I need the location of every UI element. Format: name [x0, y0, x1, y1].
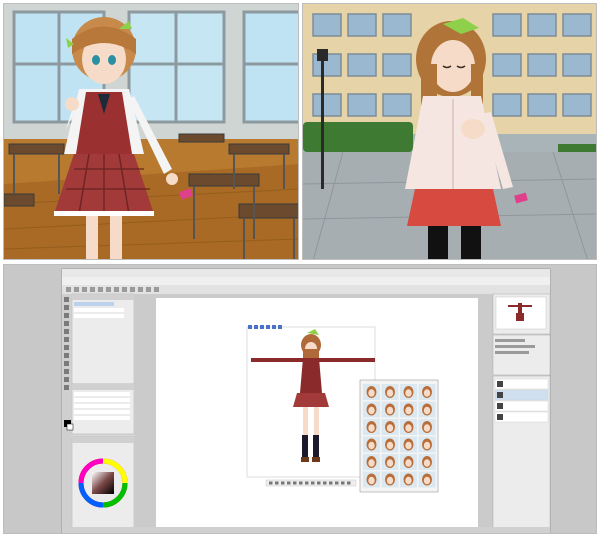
pose-thumbnail-face: [405, 476, 412, 485]
pose-thumbnail-face: [368, 459, 375, 467]
model-toolbar-icon[interactable]: [293, 481, 297, 485]
model-toolbar-icon[interactable]: [323, 481, 327, 485]
pose-thumbnail-face: [423, 389, 431, 397]
tool-property-panel: [71, 383, 135, 435]
pose-thumbnail-face: [405, 441, 412, 450]
pose-thumbnail-face: [386, 406, 394, 415]
pose-thumbnail-face: [368, 424, 375, 432]
pose-thumbnail-face: [405, 389, 412, 397]
model-toolbar-icon[interactable]: [311, 481, 315, 485]
courtyard-illustration-panel: [302, 3, 597, 260]
pose-thumbnail-face: [386, 424, 394, 432]
app-window: [61, 268, 551, 533]
model-toolbar-icon[interactable]: [275, 481, 279, 485]
pose-thumbnail-face: [423, 441, 431, 450]
model-toolbar-icon[interactable]: [347, 481, 351, 485]
classroom-illustration-panel: [3, 3, 299, 260]
pose-thumbnail-face: [368, 406, 375, 415]
pose-thumbnail-face: [423, 459, 431, 467]
model-toolbar-icon[interactable]: [317, 481, 321, 485]
pose-thumbnail-face: [423, 424, 431, 432]
model-toolbar-icon[interactable]: [335, 481, 339, 485]
model-toolbar-icon[interactable]: [305, 481, 309, 485]
pose-thumbnail-face: [423, 476, 431, 485]
model-toolbar-icon[interactable]: [299, 481, 303, 485]
model-toolbar-icon[interactable]: [269, 481, 273, 485]
model-toolbar-icon[interactable]: [287, 481, 291, 485]
pose-thumbnail-face: [423, 406, 431, 415]
pose-thumbnail-face: [405, 459, 412, 467]
pose-thumbnail-face: [368, 389, 375, 397]
color-square[interactable]: [92, 472, 114, 494]
pose-thumbnail-face: [386, 389, 394, 397]
sub-tool-panel: [71, 293, 135, 385]
model-toolbar-icon[interactable]: [329, 481, 333, 485]
pose-thumbnail-face: [405, 424, 412, 432]
software-screenshot-panel: [3, 264, 597, 534]
pose-thumbnail-face: [386, 459, 394, 467]
model-toolbar-icon[interactable]: [281, 481, 285, 485]
pose-thumbnail-face: [368, 476, 375, 485]
pose-thumbnail-face: [386, 441, 394, 450]
courtyard-scene-image: [303, 4, 596, 259]
pose-thumbnail-face: [368, 441, 375, 450]
pose-thumbnail-face: [386, 476, 394, 485]
classroom-scene-image: [4, 4, 298, 259]
model-toolbar-icon[interactable]: [341, 481, 345, 485]
pose-thumbnail-face: [405, 406, 412, 415]
